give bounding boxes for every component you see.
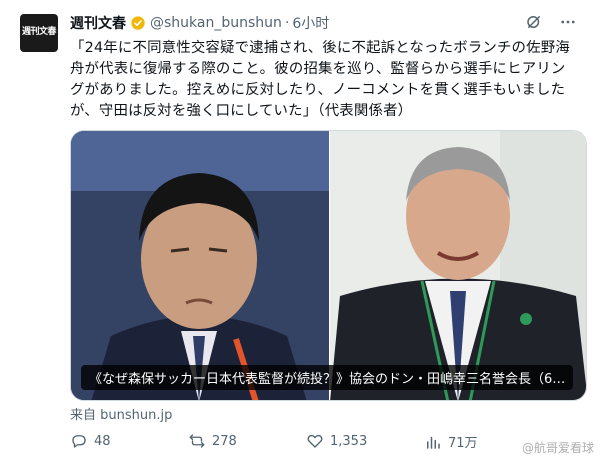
reply-count: 48 — [94, 433, 111, 449]
grok-icon[interactable] — [524, 12, 544, 32]
person-right-illustration — [330, 131, 586, 400]
views-button[interactable]: 71万 — [424, 432, 478, 451]
tweet-text: 「24年に不同意性交容疑で逮捕され、後に不起訴となったボランチの佐野海 舟が代表… — [70, 40, 570, 119]
photo-right — [330, 131, 586, 400]
avatar[interactable]: 週刊文春 — [20, 14, 58, 52]
reply-button[interactable]: 48 — [70, 432, 111, 450]
views-chart-icon — [427, 436, 440, 449]
more-options-icon[interactable] — [558, 12, 578, 32]
watermark: @航哥爱看球 — [521, 441, 594, 455]
avatar-text: 週刊文春 — [21, 27, 57, 38]
heart-icon — [307, 434, 323, 448]
like-button[interactable]: 1,353 — [306, 432, 367, 450]
media-caption: 《なぜ森保サッカー日本代表監督が続投？》協会のドン・田嶋幸三名誉会長（6… — [81, 365, 574, 390]
tweet-header: 週刊文春 @shukan_bunshun · 6小时 — [70, 12, 580, 34]
user-handle[interactable]: @shukan_bunshun — [150, 15, 282, 31]
separator-dot: · — [284, 15, 290, 31]
person-left-illustration — [71, 131, 329, 400]
verified-badge-icon — [131, 16, 145, 30]
source-link[interactable]: 来自 bunshun.jp — [70, 404, 172, 423]
views-count: 71万 — [448, 436, 478, 451]
tweet-card[interactable]: 週刊文春 週刊文春 @shukan_bunshun · 6小时 「24年に不同意… — [0, 0, 602, 460]
like-count: 1,353 — [330, 433, 368, 449]
action-bar: 48 278 1,353 71万 — [70, 432, 590, 456]
retweet-count: 278 — [212, 433, 237, 449]
reply-icon — [72, 435, 86, 448]
retweet-button[interactable]: 278 — [188, 432, 237, 450]
retweet-icon — [189, 434, 205, 448]
media-card[interactable]: 《なぜ森保サッカー日本代表監督が続投？》協会のドン・田嶋幸三名誉会長（6… — [70, 130, 587, 401]
post-time[interactable]: 6小时 — [292, 13, 329, 33]
display-name[interactable]: 週刊文春 — [70, 13, 126, 33]
photo-left — [71, 131, 329, 400]
